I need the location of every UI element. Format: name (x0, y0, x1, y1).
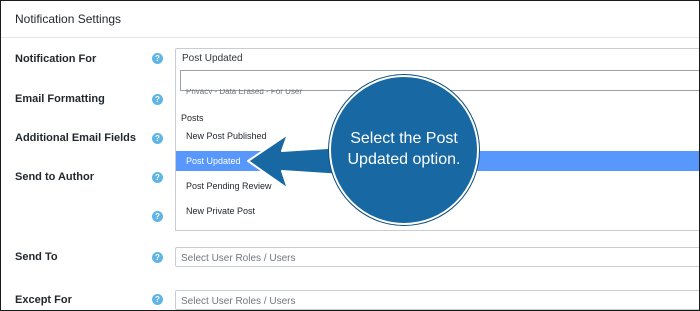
callout-line-1: Select the Post (350, 130, 458, 147)
send-to-select[interactable]: Select User Roles / Users (175, 247, 699, 267)
dropdown-clipped-option[interactable]: Privacy - Data Erased - For User (186, 89, 302, 94)
notification-for-label: Notification For (15, 53, 97, 65)
send-to-placeholder: Select User Roles / Users (181, 253, 296, 264)
notification-for-value: Post Updated (182, 53, 243, 64)
panel-header: Notification Settings (1, 1, 699, 38)
email-formatting-label: Email Formatting (15, 93, 105, 105)
except-for-label: Except For (15, 294, 72, 306)
additional-email-fields-label: Additional Email Fields (15, 132, 137, 144)
except-for-select[interactable]: Select User Roles / Users (175, 290, 699, 310)
send-to-label: Send To (15, 251, 58, 263)
help-icon[interactable]: ? (152, 94, 163, 105)
help-icon[interactable]: ? (152, 252, 163, 263)
dropdown-group-label: Posts (181, 113, 204, 123)
help-icon[interactable]: ? (152, 211, 163, 222)
panel-title: Notification Settings (15, 12, 122, 26)
send-to-author-label: Send to Author (15, 171, 95, 183)
callout-bubble: Select the Post Updated option. (329, 75, 479, 225)
help-icon[interactable]: ? (152, 172, 163, 183)
notification-settings-panel: Notification Settings Notification For ?… (0, 0, 700, 311)
except-for-placeholder: Select User Roles / Users (181, 296, 296, 307)
notification-for-select[interactable]: Post Updated (175, 48, 699, 68)
help-icon[interactable]: ? (152, 294, 163, 305)
callout-line-2: Updated option. (347, 151, 461, 168)
help-icon[interactable]: ? (152, 133, 163, 144)
help-icon[interactable]: ? (152, 53, 163, 64)
